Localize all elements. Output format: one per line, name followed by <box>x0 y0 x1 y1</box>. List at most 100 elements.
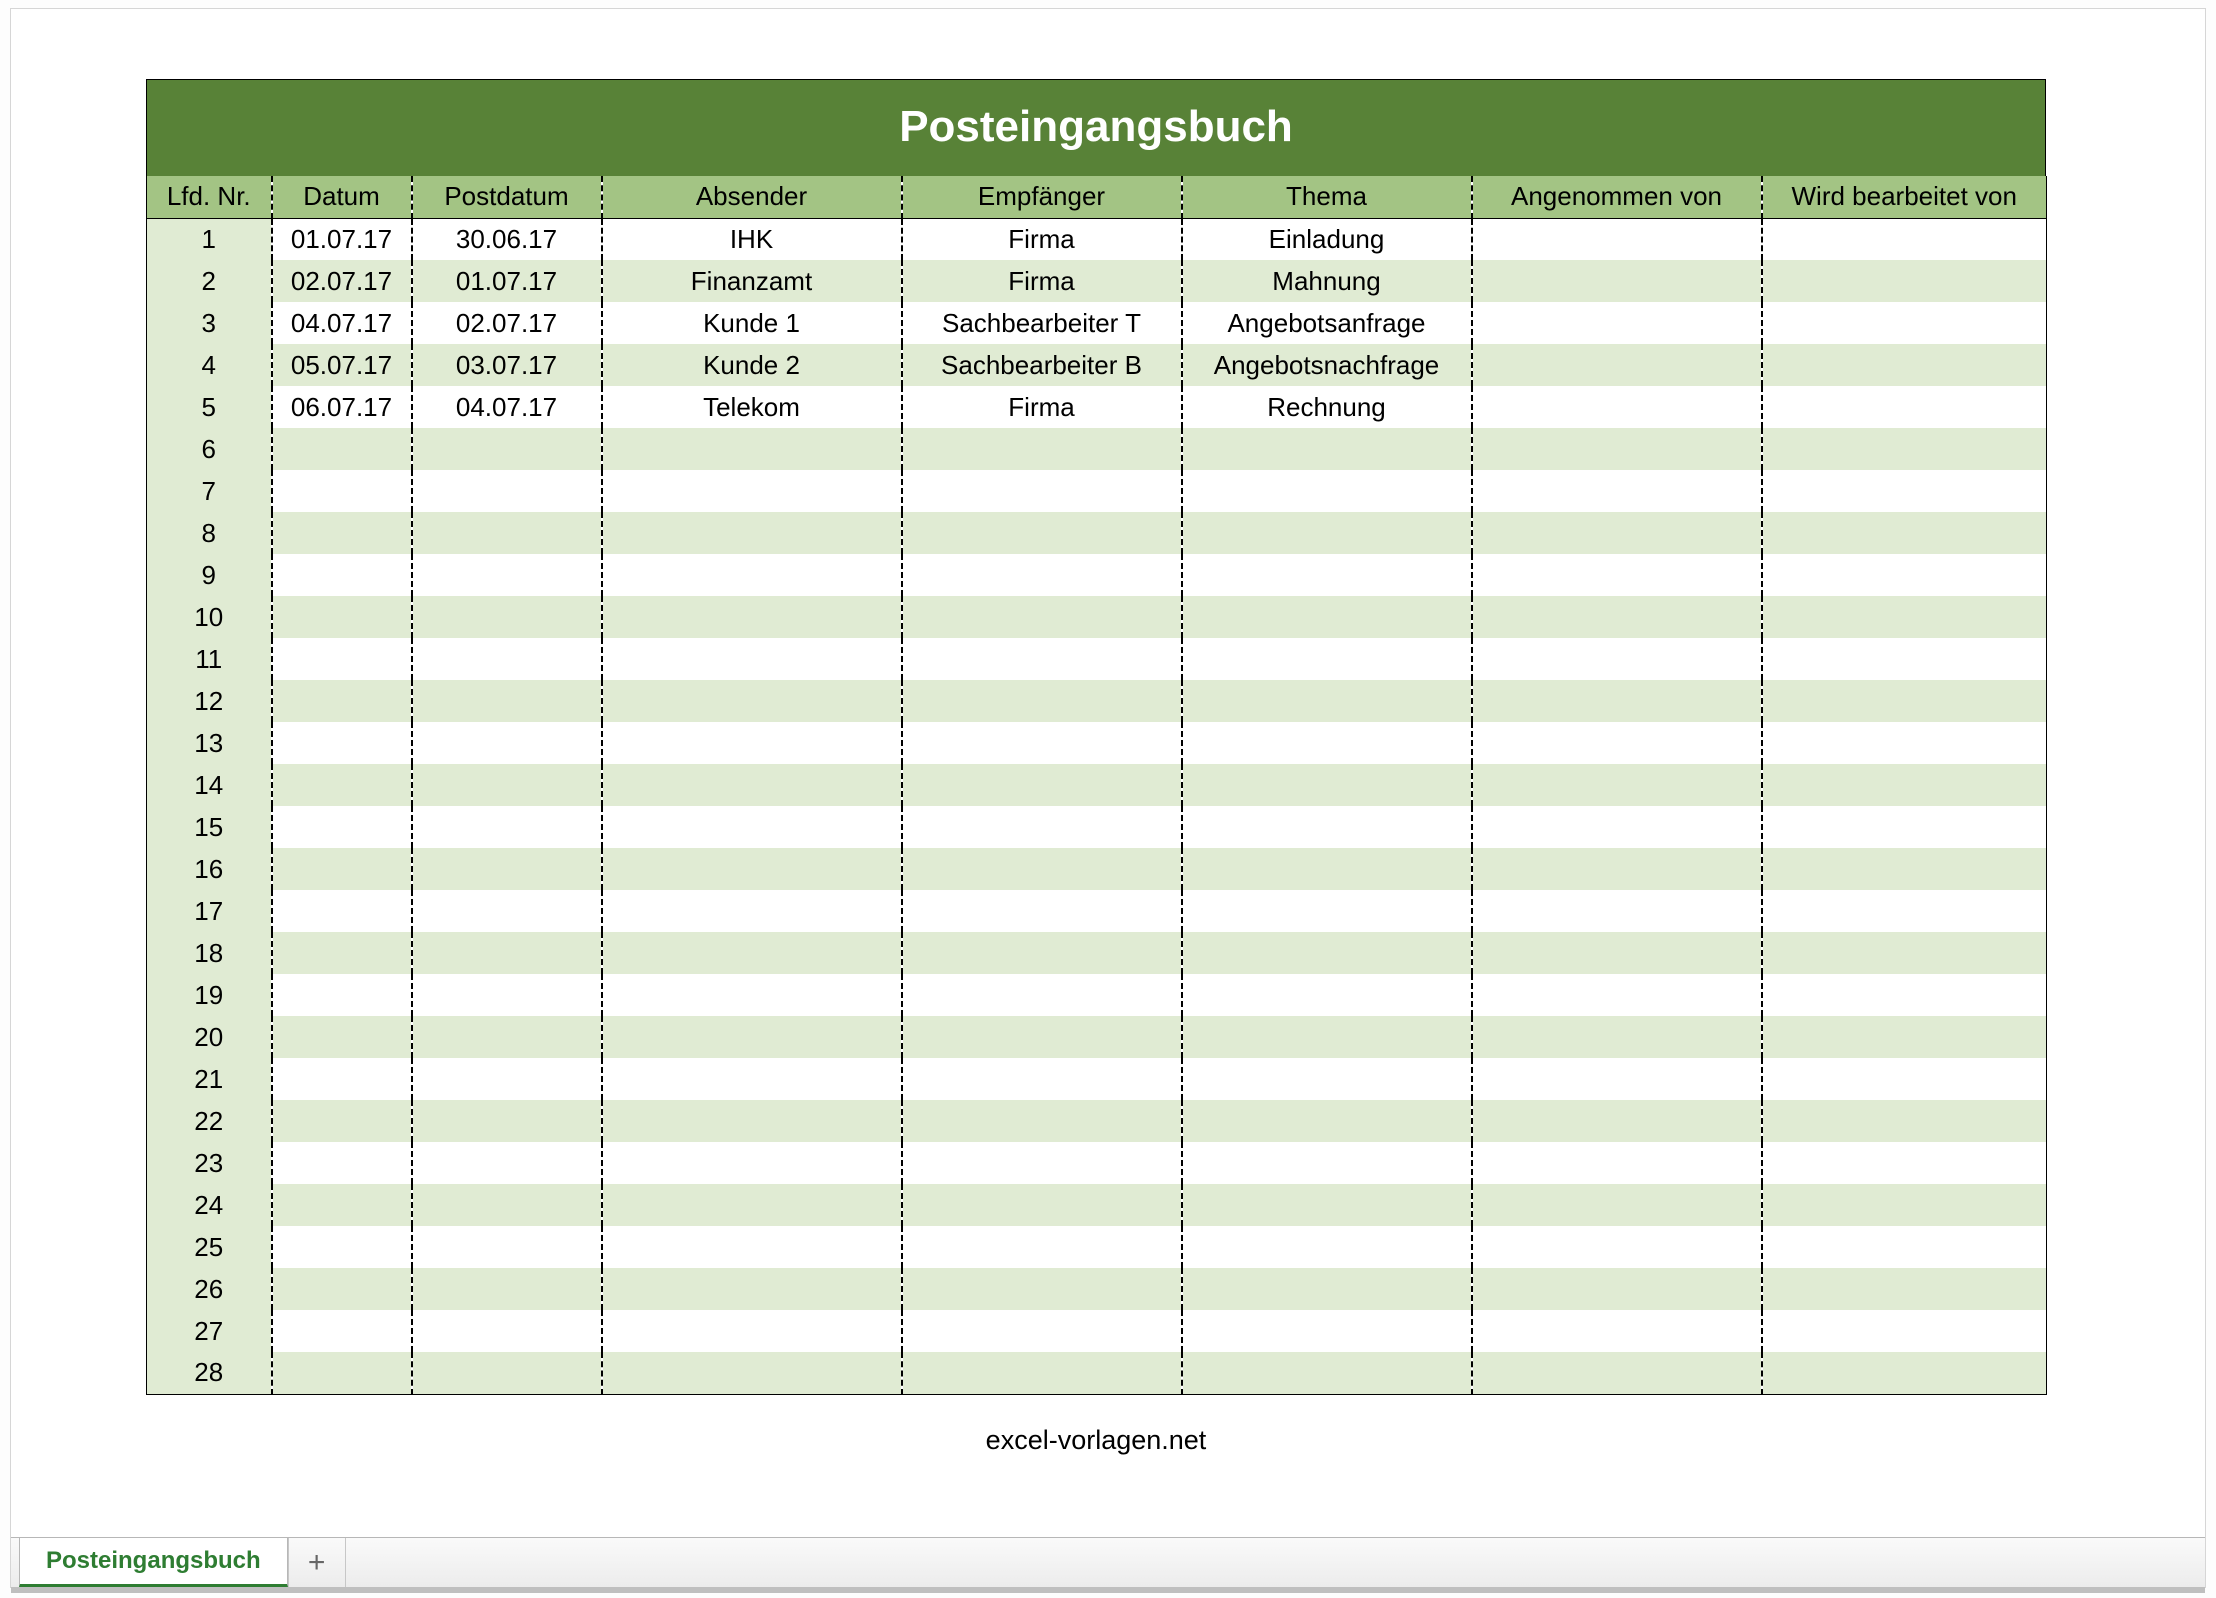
column-header-empf[interactable]: Empfänger <box>902 176 1182 218</box>
cell-nr[interactable]: 25 <box>147 1226 272 1268</box>
cell-postdatum[interactable] <box>412 1352 602 1394</box>
cell-postdatum[interactable] <box>412 1268 602 1310</box>
cell-ang[interactable] <box>1472 1058 1762 1100</box>
column-header-nr[interactable]: Lfd. Nr. <box>147 176 272 218</box>
cell-thema[interactable] <box>1182 1016 1472 1058</box>
cell-postdatum[interactable] <box>412 428 602 470</box>
cell-postdatum[interactable] <box>412 1310 602 1352</box>
cell-bearb[interactable] <box>1762 302 2047 344</box>
cell-nr[interactable]: 23 <box>147 1142 272 1184</box>
cell-absender[interactable]: Finanzamt <box>602 260 902 302</box>
cell-datum[interactable] <box>272 1142 412 1184</box>
cell-datum[interactable] <box>272 638 412 680</box>
cell-empf[interactable] <box>902 638 1182 680</box>
cell-nr[interactable]: 11 <box>147 638 272 680</box>
cell-absender[interactable] <box>602 428 902 470</box>
cell-ang[interactable] <box>1472 302 1762 344</box>
cell-nr[interactable]: 10 <box>147 596 272 638</box>
cell-empf[interactable] <box>902 1058 1182 1100</box>
cell-absender[interactable] <box>602 1226 902 1268</box>
cell-postdatum[interactable] <box>412 806 602 848</box>
cell-bearb[interactable] <box>1762 1268 2047 1310</box>
cell-ang[interactable] <box>1472 848 1762 890</box>
cell-bearb[interactable] <box>1762 596 2047 638</box>
cell-thema[interactable] <box>1182 932 1472 974</box>
cell-nr[interactable]: 27 <box>147 1310 272 1352</box>
cell-absender[interactable]: IHK <box>602 218 902 260</box>
cell-datum[interactable] <box>272 554 412 596</box>
cell-postdatum[interactable] <box>412 890 602 932</box>
cell-nr[interactable]: 4 <box>147 344 272 386</box>
cell-thema[interactable] <box>1182 764 1472 806</box>
cell-postdatum[interactable] <box>412 1226 602 1268</box>
cell-absender[interactable]: Telekom <box>602 386 902 428</box>
cell-datum[interactable] <box>272 1310 412 1352</box>
cell-postdatum[interactable] <box>412 932 602 974</box>
cell-thema[interactable]: Rechnung <box>1182 386 1472 428</box>
cell-ang[interactable] <box>1472 680 1762 722</box>
cell-empf[interactable] <box>902 1100 1182 1142</box>
cell-ang[interactable] <box>1472 890 1762 932</box>
cell-bearb[interactable] <box>1762 554 2047 596</box>
cell-absender[interactable] <box>602 890 902 932</box>
cell-ang[interactable] <box>1472 1268 1762 1310</box>
cell-datum[interactable] <box>272 890 412 932</box>
cell-ang[interactable] <box>1472 386 1762 428</box>
cell-nr[interactable]: 17 <box>147 890 272 932</box>
cell-ang[interactable] <box>1472 428 1762 470</box>
cell-nr[interactable]: 15 <box>147 806 272 848</box>
cell-absender[interactable] <box>602 848 902 890</box>
cell-empf[interactable]: Firma <box>902 386 1182 428</box>
cell-bearb[interactable] <box>1762 512 2047 554</box>
cell-postdatum[interactable] <box>412 848 602 890</box>
cell-thema[interactable]: Angebotsnachfrage <box>1182 344 1472 386</box>
cell-bearb[interactable] <box>1762 932 2047 974</box>
cell-empf[interactable] <box>902 848 1182 890</box>
cell-bearb[interactable] <box>1762 764 2047 806</box>
cell-datum[interactable] <box>272 974 412 1016</box>
cell-datum[interactable] <box>272 1268 412 1310</box>
cell-nr[interactable]: 18 <box>147 932 272 974</box>
cell-postdatum[interactable] <box>412 638 602 680</box>
cell-empf[interactable] <box>902 470 1182 512</box>
cell-ang[interactable] <box>1472 1310 1762 1352</box>
cell-empf[interactable] <box>902 512 1182 554</box>
cell-ang[interactable] <box>1472 470 1762 512</box>
cell-bearb[interactable] <box>1762 1310 2047 1352</box>
cell-ang[interactable] <box>1472 596 1762 638</box>
cell-thema[interactable] <box>1182 890 1472 932</box>
cell-empf[interactable] <box>902 1142 1182 1184</box>
cell-thema[interactable] <box>1182 1058 1472 1100</box>
cell-ang[interactable] <box>1472 1352 1762 1394</box>
cell-nr[interactable]: 21 <box>147 1058 272 1100</box>
cell-absender[interactable] <box>602 932 902 974</box>
cell-empf[interactable]: Sachbearbeiter T <box>902 302 1182 344</box>
cell-absender[interactable] <box>602 1184 902 1226</box>
cell-nr[interactable]: 22 <box>147 1100 272 1142</box>
cell-absender[interactable] <box>602 974 902 1016</box>
cell-datum[interactable] <box>272 1184 412 1226</box>
cell-datum[interactable] <box>272 1352 412 1394</box>
cell-thema[interactable] <box>1182 638 1472 680</box>
cell-postdatum[interactable] <box>412 1058 602 1100</box>
cell-bearb[interactable] <box>1762 218 2047 260</box>
cell-bearb[interactable] <box>1762 1184 2047 1226</box>
cell-postdatum[interactable] <box>412 1184 602 1226</box>
cell-postdatum[interactable] <box>412 596 602 638</box>
cell-nr[interactable]: 2 <box>147 260 272 302</box>
cell-ang[interactable] <box>1472 1016 1762 1058</box>
cell-absender[interactable] <box>602 638 902 680</box>
cell-absender[interactable] <box>602 722 902 764</box>
cell-nr[interactable]: 16 <box>147 848 272 890</box>
cell-thema[interactable]: Angebotsanfrage <box>1182 302 1472 344</box>
cell-ang[interactable] <box>1472 1226 1762 1268</box>
cell-empf[interactable] <box>902 1184 1182 1226</box>
cell-postdatum[interactable]: 02.07.17 <box>412 302 602 344</box>
cell-empf[interactable] <box>902 596 1182 638</box>
cell-absender[interactable]: Kunde 2 <box>602 344 902 386</box>
cell-nr[interactable]: 9 <box>147 554 272 596</box>
cell-nr[interactable]: 20 <box>147 1016 272 1058</box>
cell-absender[interactable] <box>602 806 902 848</box>
add-sheet-button[interactable]: + <box>288 1538 346 1587</box>
cell-nr[interactable]: 6 <box>147 428 272 470</box>
